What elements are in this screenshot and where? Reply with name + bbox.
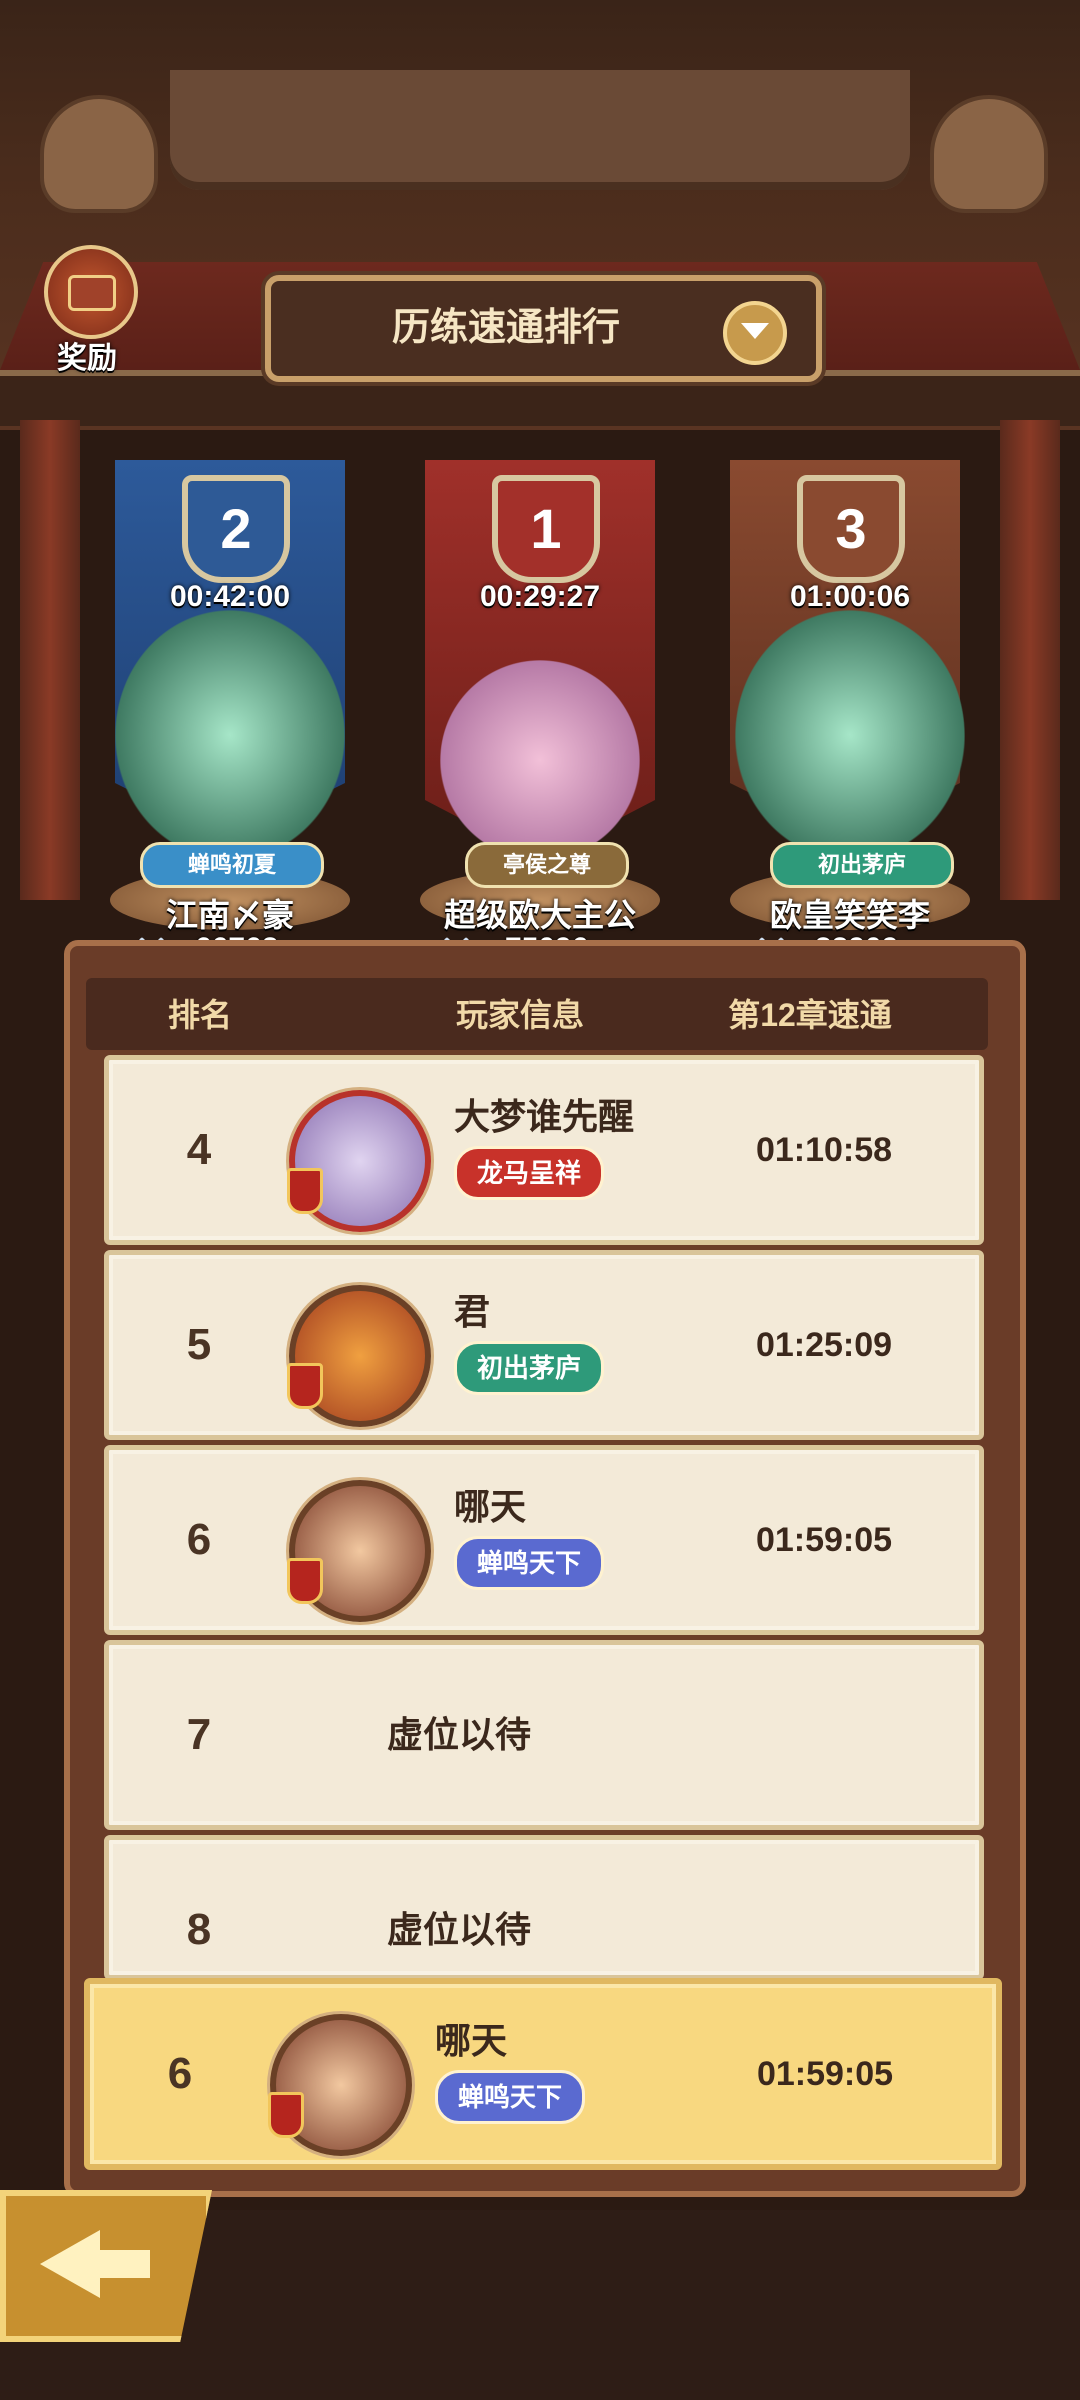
table-row[interactable]: 4 大梦谁先醒 龙马呈祥 01:10:58 xyxy=(104,1055,984,1245)
player-title-badge: 初出茅庐 xyxy=(454,1341,605,1395)
pillar-left xyxy=(20,420,80,900)
row-rank: 4 xyxy=(186,1125,212,1174)
table-row: 8 虚位以待 xyxy=(104,1835,984,1980)
rank-2-time: 00:42:00 xyxy=(169,580,291,613)
rank-2-name: 江南〆豪 xyxy=(165,897,294,933)
player-name: 哪天 xyxy=(435,2020,508,2061)
clear-time: 01:25:09 xyxy=(755,1326,893,1364)
player-name: 哪天 xyxy=(454,1486,527,1527)
rank-3-name: 欧皇笑笑李 xyxy=(769,897,930,933)
pillar-right xyxy=(1000,420,1060,900)
treasure-chest-icon xyxy=(44,245,138,339)
table-row[interactable]: 5 君 初出茅庐 01:25:09 xyxy=(104,1250,984,1440)
reward-label: 奖励 xyxy=(57,342,117,375)
dragon-ornament-left xyxy=(40,95,158,213)
rank-2-title-badge: 蝉鸣初夏 xyxy=(140,842,324,888)
reward-button[interactable]: 奖励 xyxy=(32,245,142,375)
info-badge-icon xyxy=(287,1168,323,1214)
rank-1-time: 00:29:27 xyxy=(479,580,601,613)
table-row[interactable]: 6 哪天 蝉鸣天下 01:59:05 xyxy=(104,1445,984,1635)
rank-3-hero-art[interactable] xyxy=(735,610,965,860)
row-rank: 6 xyxy=(186,1515,212,1564)
row-rank: 5 xyxy=(186,1320,212,1369)
rank-1-hero-art[interactable] xyxy=(440,660,640,860)
table-row: 7 虚位以待 xyxy=(104,1640,984,1830)
header-player-info: 玩家信息 xyxy=(455,997,584,1033)
page-title: 历练速通排行 xyxy=(391,307,620,349)
row-rank: 7 xyxy=(186,1710,212,1759)
player-name: 君 xyxy=(454,1291,491,1332)
ranking-title-plaque[interactable]: 历练速通排行 xyxy=(265,275,822,382)
info-badge-icon xyxy=(287,1558,323,1604)
roof-upper xyxy=(170,70,910,190)
rank-1-title-badge: 亭侯之尊 xyxy=(465,842,629,888)
rank-3-time: 01:00:06 xyxy=(789,580,911,613)
player-name: 大梦谁先醒 xyxy=(454,1096,635,1137)
info-badge-icon xyxy=(287,1363,323,1409)
info-badge-icon xyxy=(268,2092,304,2138)
back-arrow-icon-tail xyxy=(90,2250,150,2278)
rank-3-badge: 3 xyxy=(797,475,905,583)
chevron-down-icon[interactable] xyxy=(723,301,787,365)
header-rank: 排名 xyxy=(167,997,232,1033)
row-rank: 6 xyxy=(167,2049,193,2098)
rank-1-name: 超级欧大主公 xyxy=(443,897,636,933)
player-title-badge: 龙马呈祥 xyxy=(454,1146,605,1200)
clear-time: 01:59:05 xyxy=(756,2055,894,2093)
dragon-ornament-right xyxy=(930,95,1048,213)
player-title-badge: 蝉鸣天下 xyxy=(454,1536,605,1590)
clear-time: 01:10:58 xyxy=(755,1131,893,1169)
rank-2-hero-art[interactable] xyxy=(115,610,345,860)
clear-time: 01:59:05 xyxy=(755,1521,893,1559)
player-title-badge: 蝉鸣天下 xyxy=(435,2070,586,2124)
rank-1-badge: 1 xyxy=(492,475,600,583)
my-rank-row[interactable]: 6 哪天 蝉鸣天下 01:59:05 xyxy=(84,1978,1002,2170)
rank-2-badge: 2 xyxy=(182,475,290,583)
vacant-slot-text: 虚位以待 xyxy=(386,1714,531,1755)
header-chapter-time: 第12章速通 xyxy=(728,997,892,1033)
rank-3-title-badge: 初出茅庐 xyxy=(770,842,954,888)
